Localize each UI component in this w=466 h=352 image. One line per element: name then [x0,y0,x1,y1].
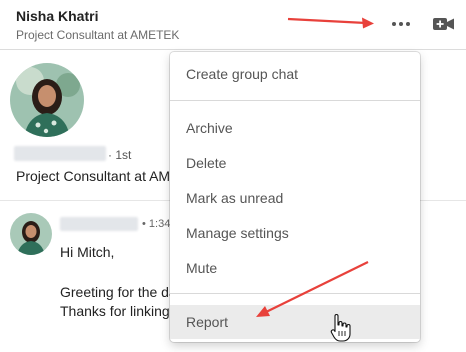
hand-cursor-icon [330,313,351,342]
annotation-overlay [256,17,374,342]
annotation-arrow [256,261,369,317]
annotation-arrow [287,17,374,29]
